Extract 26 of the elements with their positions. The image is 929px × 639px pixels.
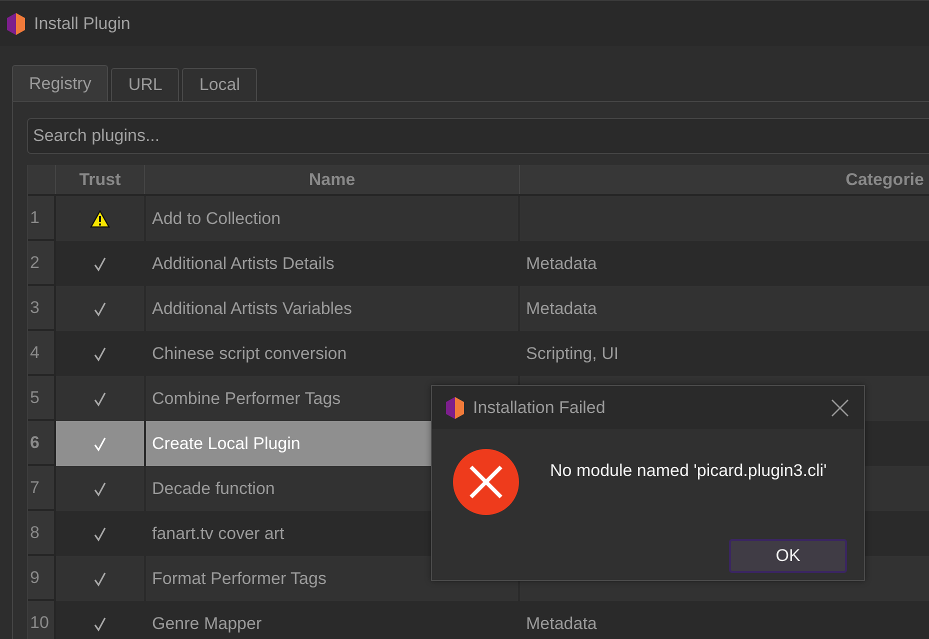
- row-number: 5: [28, 376, 56, 421]
- row-number: 2: [28, 241, 56, 286]
- category-text: Metadata: [526, 254, 597, 274]
- plugin-name: Additional Artists Variables: [152, 298, 352, 318]
- dialog-title: Installation Failed: [473, 398, 606, 418]
- category-text: Scripting, UI: [526, 344, 619, 364]
- row-number: 1: [28, 196, 56, 241]
- category-text: Metadata: [526, 298, 597, 318]
- row-number: 8: [28, 511, 56, 556]
- plugin-name: Create Local Plugin: [152, 434, 300, 454]
- plugin-name: Chinese script conversion: [152, 344, 347, 364]
- plugin-name: fanart.tv cover art: [152, 524, 284, 544]
- category-text: Metadata: [526, 614, 597, 634]
- row-number: 3: [28, 286, 56, 331]
- row-number: 4: [28, 331, 56, 376]
- row-number: 6: [28, 421, 56, 466]
- row-number: 9: [28, 556, 56, 601]
- row-number: 7: [28, 466, 56, 511]
- plugin-name: Additional Artists Details: [152, 254, 334, 274]
- window-title: Install Plugin: [34, 14, 130, 34]
- plugin-name: Decade function: [152, 478, 275, 498]
- plugin-name: Genre Mapper: [152, 614, 262, 634]
- row-number: 10: [28, 601, 56, 639]
- plugin-name: Combine Performer Tags: [152, 388, 341, 408]
- plugin-name: Add to Collection: [152, 208, 281, 228]
- plugin-name: Format Performer Tags: [152, 568, 326, 588]
